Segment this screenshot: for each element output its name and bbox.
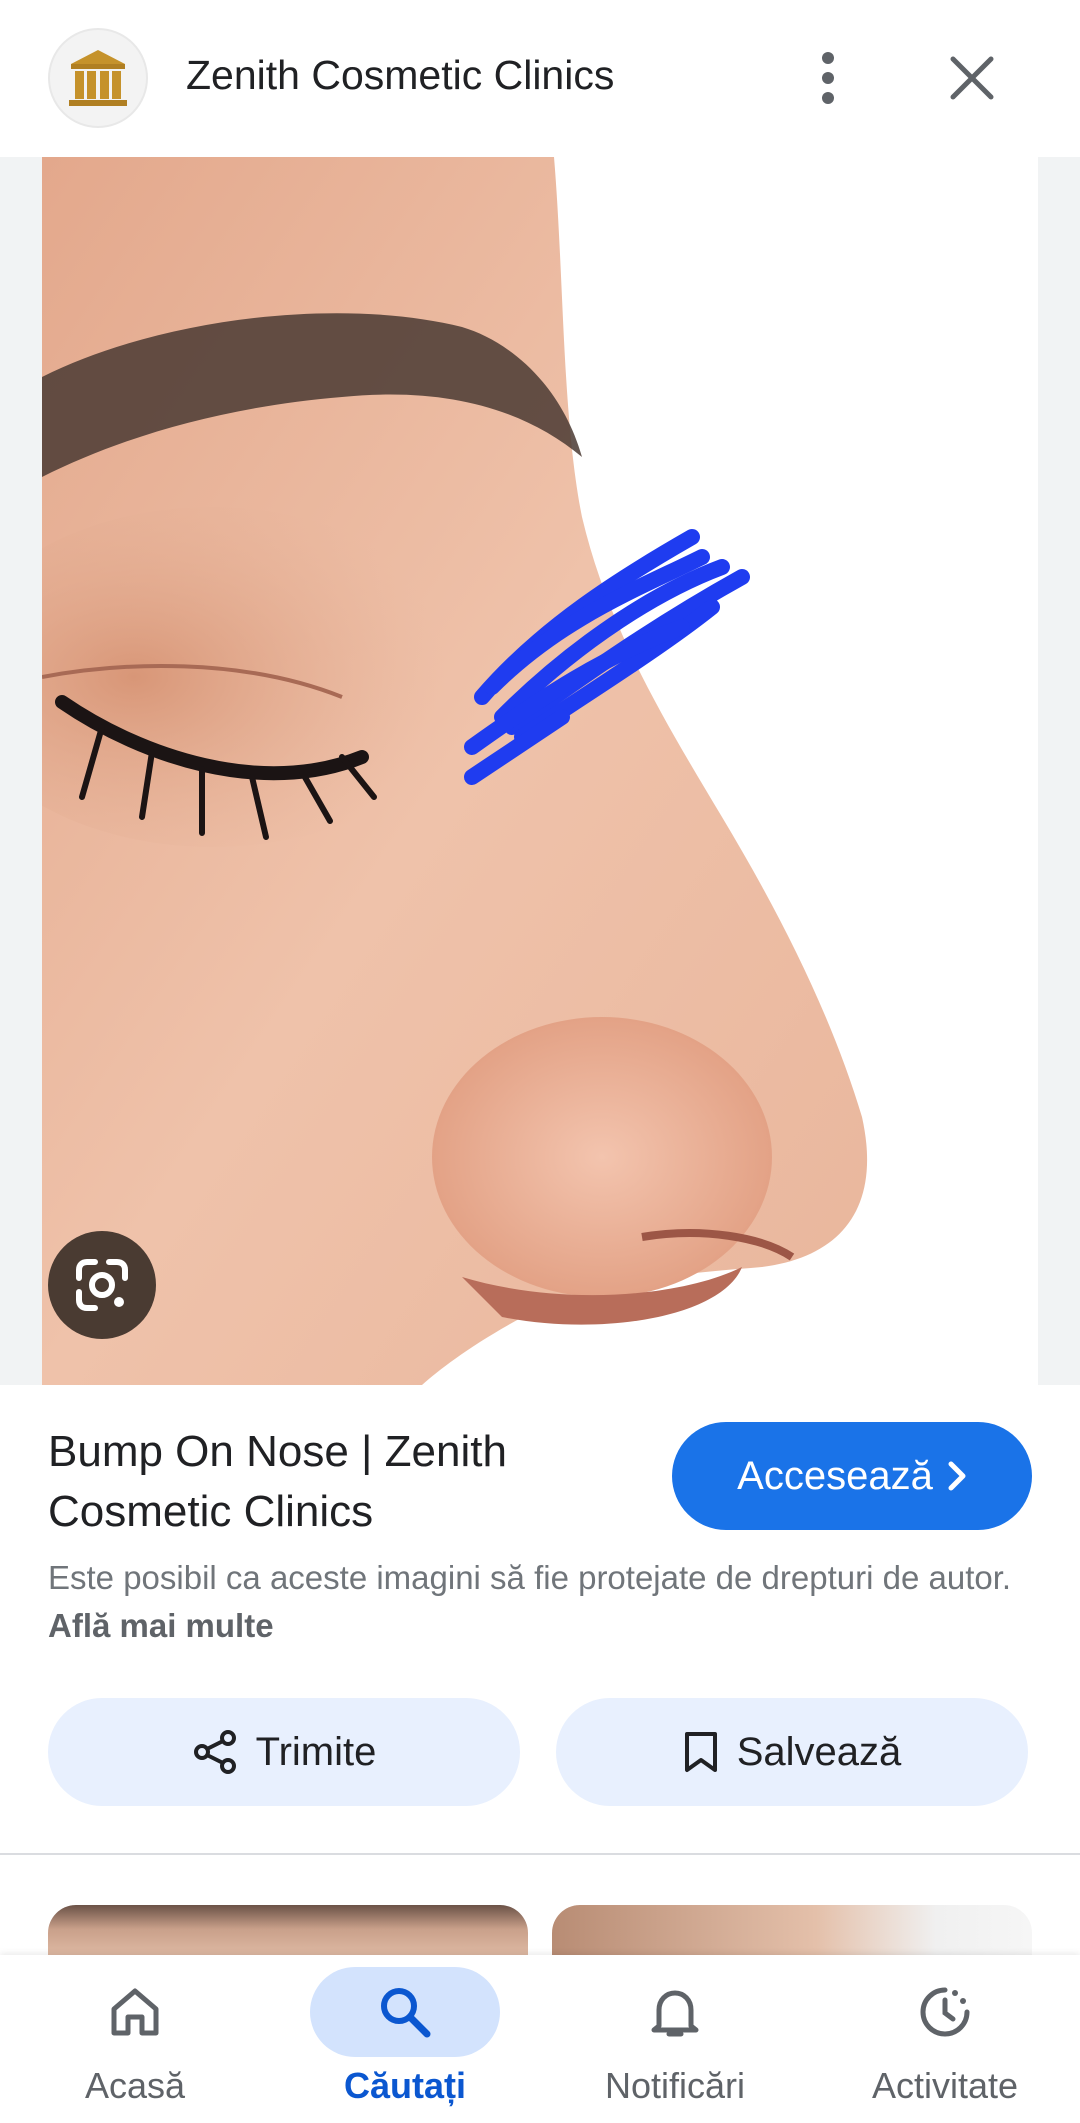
top-bar: Zenith Cosmetic Clinics (0, 0, 1080, 157)
nav-label-search: Căutați (343, 2065, 466, 2106)
share-button-label: Trimite (255, 1729, 377, 1774)
bank-building-icon (69, 50, 127, 106)
nav-item-search[interactable]: Căutați (270, 1955, 540, 2123)
nav-icon-container (310, 1967, 500, 2057)
more-vert-icon (822, 52, 834, 104)
nav-icon-container (40, 1967, 230, 2057)
bottom-navigation: Acasă Căutați Notificări Activitate (0, 1955, 1080, 2123)
section-divider (0, 1853, 1080, 1855)
visit-button-label: Accesează (737, 1453, 933, 1498)
image-preview-area (0, 157, 1080, 1385)
save-button[interactable]: Salvează (556, 1698, 1028, 1806)
page: Zenith Cosmetic Clinics Bump On Nose | Z… (0, 0, 1080, 2123)
close-icon (950, 56, 994, 100)
visit-button[interactable]: Accesează (672, 1422, 1032, 1530)
copyright-notice: Este posibil ca aceste imagini să fie pr… (48, 1554, 1038, 1650)
search-icon (381, 1988, 431, 2038)
bell-icon (651, 1990, 699, 2037)
nav-label-notifications: Notificări (604, 2065, 746, 2106)
nav-icon-container (850, 1967, 1040, 2057)
more-options-button[interactable] (806, 46, 850, 110)
site-title: Zenith Cosmetic Clinics (186, 52, 615, 98)
result-title[interactable]: Bump On Nose | Zenith Cosmetic Clinics (48, 1422, 608, 1542)
nav-item-notifications[interactable]: Notificări (540, 1955, 810, 2123)
nav-icon-container (580, 1967, 770, 2057)
nose-profile-photo[interactable] (42, 157, 1038, 1385)
activity-icon (920, 1987, 970, 2037)
nav-item-activity[interactable]: Activitate (810, 1955, 1080, 2123)
learn-more-link[interactable]: Află mai multe (48, 1607, 274, 1644)
site-logo[interactable] (48, 28, 148, 128)
chevron-right-icon (948, 1461, 966, 1491)
share-icon (193, 1730, 236, 1774)
google-lens-icon (76, 1259, 128, 1311)
save-button-label: Salvează (736, 1729, 902, 1774)
home-icon (111, 1988, 159, 2036)
nav-item-home[interactable]: Acasă (0, 1955, 270, 2123)
nav-label-home: Acasă (84, 2065, 186, 2106)
google-lens-button[interactable] (48, 1231, 156, 1339)
face-illustration (42, 157, 1038, 1385)
copyright-text: Este posibil ca aceste imagini să fie pr… (48, 1559, 1012, 1596)
close-button[interactable] (944, 50, 1000, 106)
nav-label-activity: Activitate (871, 2065, 1019, 2106)
bookmark-icon (684, 1732, 717, 1772)
share-button[interactable]: Trimite (48, 1698, 520, 1806)
